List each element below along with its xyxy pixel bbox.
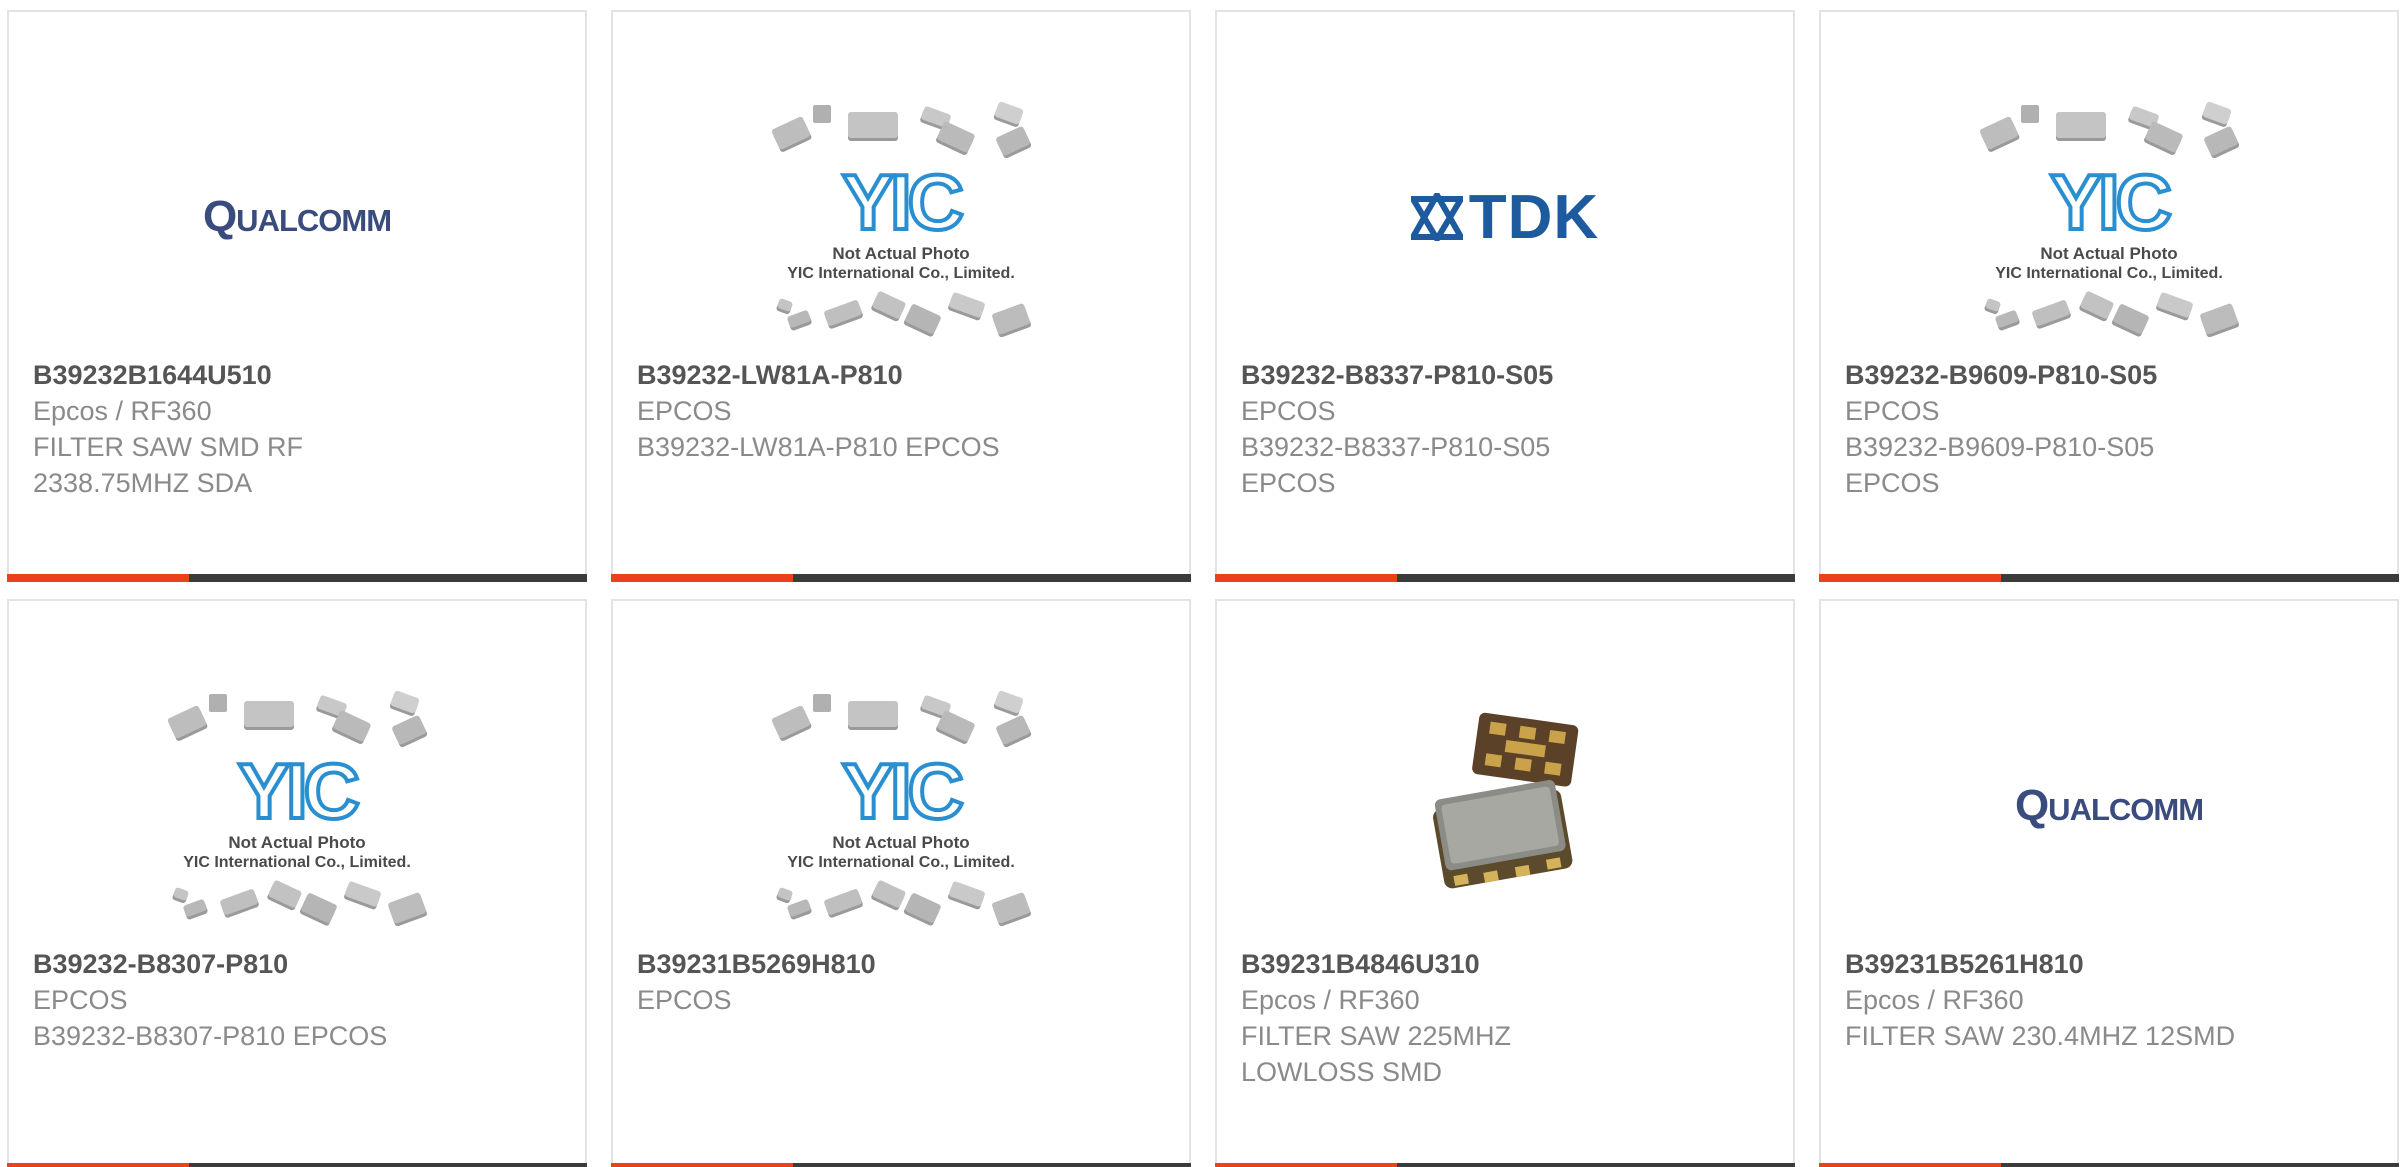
card-bottom-bar: [1819, 574, 2399, 582]
manufacturer: EPCOS: [33, 985, 128, 1015]
card-accent: [1819, 574, 2001, 582]
product-image[interactable]: YIC Not Actual Photo YIC International Co.…: [1821, 82, 2397, 352]
card-accent: [611, 574, 793, 582]
product-grid: Qualcomm B39232B1644U510 Epcos / RF360 F…: [0, 0, 2400, 1167]
manufacturer: EPCOS: [637, 396, 732, 426]
part-number[interactable]: B39232-B8307-P810: [33, 946, 565, 982]
placeholder-caption: YIC International Co., Limited.: [1995, 265, 2223, 282]
card-accent: [7, 574, 189, 582]
product-image[interactable]: YIC Not Actual Photo YIC International Co.…: [9, 671, 585, 941]
card-accent: [1819, 1163, 2001, 1167]
part-number[interactable]: B39231B4846U310: [1241, 946, 1773, 982]
card-bottom-bar: [1215, 574, 1795, 582]
description: B39232-B8307-P810 EPCOS: [33, 1021, 388, 1051]
manufacturer: Epcos / RF360: [33, 396, 212, 426]
yic-placeholder-image: YICNot Actual Photo YIC International Co.…: [167, 690, 428, 926]
description: FILTER SAW 225MHZ LOWLOSS SMD: [1241, 1021, 1512, 1087]
placeholder-caption: Not Actual Photo: [832, 244, 969, 263]
card-accent: [1215, 1163, 1397, 1167]
qualcomm-logo: Qualcomm: [202, 192, 392, 241]
product-image[interactable]: Qualcomm: [9, 82, 585, 352]
product-image[interactable]: TDK: [1217, 82, 1793, 352]
placeholder-caption: YIC International Co., Limited.: [787, 854, 1015, 871]
yic-logo: YIC: [2050, 158, 2171, 246]
product-card[interactable]: YIC Not Actual Photo YIC International Co.…: [7, 599, 587, 1167]
manufacturer: Epcos / RF360: [1845, 985, 2024, 1015]
description: FILTER SAW SMD RF 2338.75MHZ SDA: [33, 432, 303, 498]
placeholder-caption: YIC International Co., Limited.: [183, 854, 411, 871]
card-bottom-bar: [7, 574, 587, 582]
part-number[interactable]: B39232-B9609-P810-S05: [1845, 357, 2377, 393]
product-image[interactable]: Qualcomm: [1821, 671, 2397, 941]
card-bottom-bar: [611, 1163, 1191, 1167]
product-image[interactable]: [1217, 671, 1793, 941]
tdk-logo: TDK: [1410, 182, 1599, 253]
qualcomm-logo: Qualcomm: [2014, 781, 2204, 830]
part-number[interactable]: B39232B1644U510: [33, 357, 565, 393]
card-bottom-bar: [1215, 1163, 1795, 1167]
part-number[interactable]: B39231B5269H810: [637, 946, 1169, 982]
yic-logo: YIC: [842, 158, 963, 246]
description: B39232-LW81A-P810 EPCOS: [637, 432, 1000, 462]
product-card[interactable]: YIC Not Actual Photo YIC International Co.…: [611, 599, 1191, 1167]
manufacturer: EPCOS: [1241, 396, 1336, 426]
tdk-emblem-icon: [1410, 193, 1463, 241]
description: B39232-B8337-P810-S05 EPCOS: [1241, 432, 1551, 498]
card-bottom-bar: [611, 574, 1191, 582]
product-image[interactable]: YIC Not Actual Photo YIC International Co.…: [613, 82, 1189, 352]
description: B39232-B9609-P810-S05 EPCOS: [1845, 432, 2155, 498]
product-card[interactable]: YIC Not Actual Photo YIC International Co.…: [611, 10, 1191, 582]
placeholder-caption: YIC International Co., Limited.: [787, 265, 1015, 282]
product-card[interactable]: Qualcomm B39232B1644U510 Epcos / RF360 F…: [7, 10, 587, 582]
product-image[interactable]: YIC Not Actual Photo YIC International Co.…: [613, 671, 1189, 941]
yic-logo: YIC: [842, 747, 963, 835]
manufacturer: EPCOS: [637, 985, 732, 1015]
manufacturer: Epcos / RF360: [1241, 985, 1420, 1015]
part-number[interactable]: B39232-LW81A-P810: [637, 357, 1169, 393]
card-accent: [1215, 574, 1397, 582]
card-bottom-bar: [1819, 1163, 2399, 1167]
yic-placeholder-image: YICNot Actual Photo YIC International Co.…: [771, 101, 1032, 337]
card-accent: [7, 1163, 189, 1167]
product-card[interactable]: TDK B39232-B8337-P810-S05 EPCOS B39232-B…: [1215, 10, 1795, 582]
placeholder-caption: Not Actual Photo: [228, 833, 365, 852]
product-card[interactable]: YIC Not Actual Photo YIC International Co.…: [1819, 10, 2399, 582]
yic-logo: YIC: [238, 747, 359, 835]
placeholder-caption: Not Actual Photo: [832, 833, 969, 852]
card-accent: [611, 1163, 793, 1167]
yic-placeholder-image: YICNot Actual Photo YIC International Co.…: [1979, 101, 2240, 337]
yic-placeholder-image: YICNot Actual Photo YIC International Co.…: [771, 690, 1032, 926]
description: FILTER SAW 230.4MHZ 12SMD: [1845, 1021, 2236, 1051]
product-card[interactable]: B39231B4846U310 Epcos / RF360 FILTER SAW…: [1215, 599, 1795, 1167]
smd-component-photo: [1433, 712, 1579, 889]
card-bottom-bar: [7, 1163, 587, 1167]
product-card[interactable]: Qualcomm B39231B5261H810 Epcos / RF360 F…: [1819, 599, 2399, 1167]
part-number[interactable]: B39232-B8337-P810-S05: [1241, 357, 1773, 393]
placeholder-caption: Not Actual Photo: [2040, 244, 2177, 263]
part-number[interactable]: B39231B5261H810: [1845, 946, 2377, 982]
manufacturer: EPCOS: [1845, 396, 1940, 426]
